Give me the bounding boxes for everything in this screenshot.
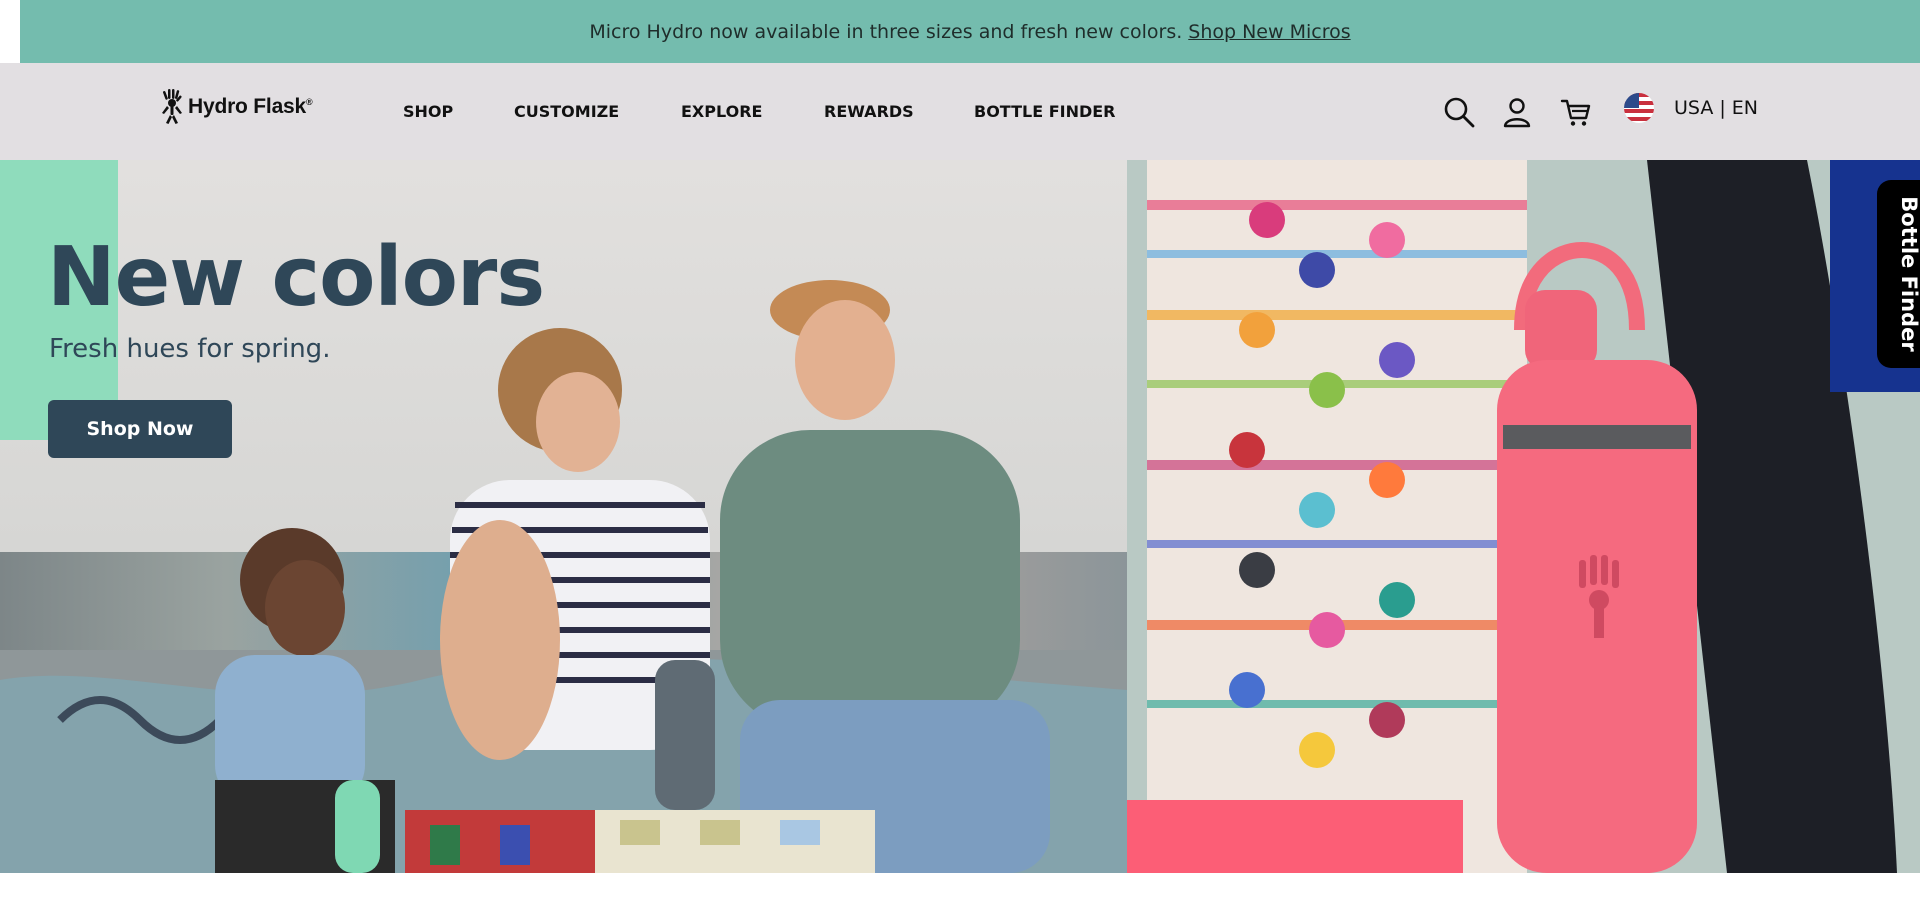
promo-link[interactable]: Shop New Micros — [1188, 21, 1350, 43]
bottle-scene-image — [1127, 160, 1920, 873]
site-header: Hydro Flask® SHOP CUSTOMIZE EXPLORE REWA… — [0, 63, 1920, 160]
locale-label: USA | EN — [1674, 97, 1759, 119]
cart-icon[interactable] — [1559, 95, 1593, 129]
nav-customize[interactable]: CUSTOMIZE — [514, 102, 619, 121]
promo-text: Micro Hydro now available in three sizes… — [589, 20, 1183, 43]
us-flag-icon — [1624, 93, 1654, 123]
nav-bottle-finder[interactable]: BOTTLE FINDER — [974, 102, 1116, 121]
pink-accent-block — [1127, 800, 1463, 873]
hero-subhead: Fresh hues for spring. — [49, 334, 331, 364]
hero-banner: New colors Fresh hues for spring. Shop N… — [0, 160, 1920, 873]
search-icon[interactable] — [1442, 95, 1476, 129]
bottle-finder-label: Bottle Finder — [1897, 196, 1920, 352]
hero-product-photo — [1127, 160, 1920, 873]
locale-selector[interactable]: USA | EN — [1624, 93, 1758, 123]
nav-rewards[interactable]: REWARDS — [824, 102, 914, 121]
brand-logo[interactable]: Hydro Flask® — [158, 87, 313, 127]
bottle-finder-tab[interactable]: Bottle Finder — [1877, 180, 1920, 368]
account-icon[interactable] — [1500, 95, 1534, 129]
hero-photo-group: New colors Fresh hues for spring. Shop N… — [0, 160, 1127, 873]
promo-bar: Micro Hydro now available in three sizes… — [20, 0, 1920, 63]
hand-logo-icon — [162, 89, 182, 124]
logo-wordmark: Hydro Flask® — [188, 95, 313, 118]
nav-shop[interactable]: SHOP — [403, 102, 453, 121]
nav-explore[interactable]: EXPLORE — [681, 102, 762, 121]
hero-headline: New colors — [47, 230, 545, 325]
shop-now-button[interactable]: Shop Now — [48, 400, 232, 458]
